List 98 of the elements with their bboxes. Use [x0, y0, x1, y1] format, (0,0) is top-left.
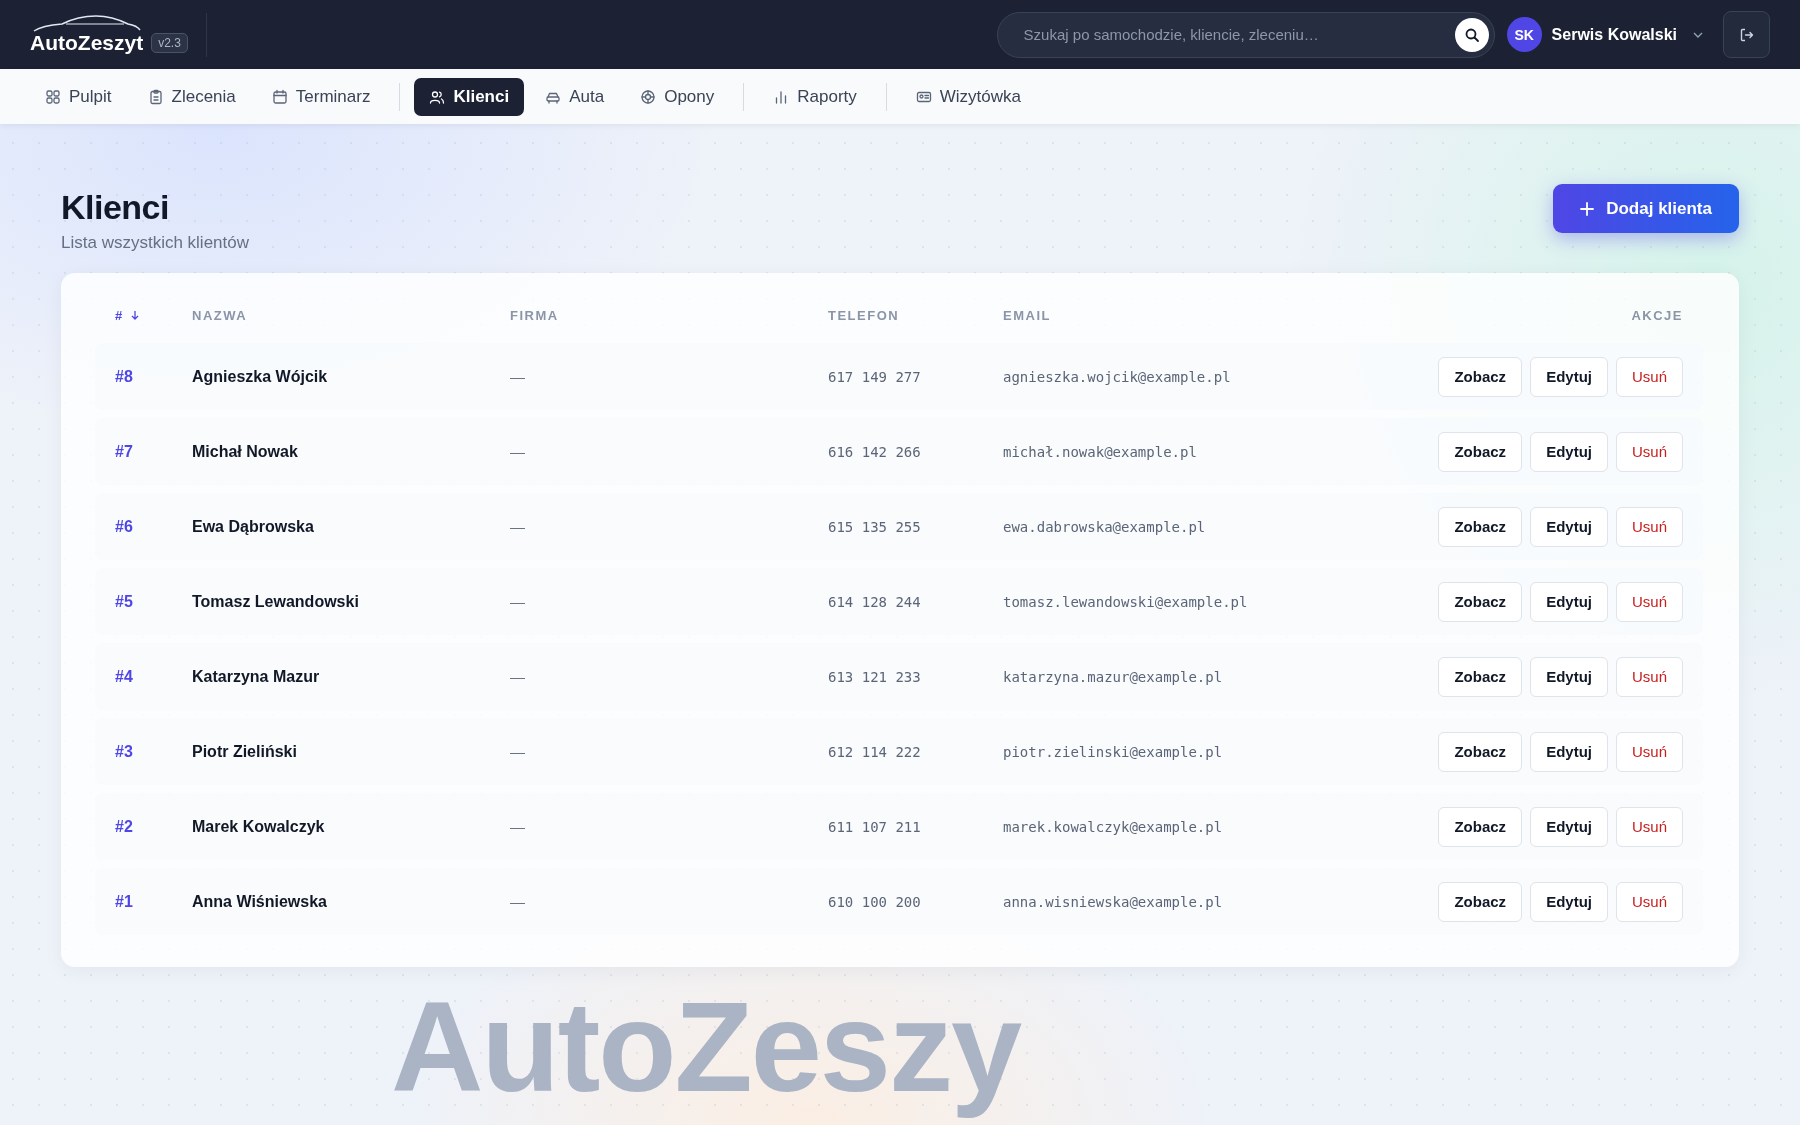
- client-id[interactable]: #5: [115, 592, 133, 610]
- user-avatar: SK: [1506, 17, 1542, 52]
- client-name: Anna Wiśniewska: [192, 892, 327, 910]
- plus-icon: [1580, 201, 1595, 216]
- logout-icon: [1738, 26, 1755, 43]
- delete-button[interactable]: Usuń: [1615, 506, 1683, 547]
- client-name: Marek Kowalczyk: [192, 817, 325, 835]
- nav-tab[interactable]: Terminarz: [256, 77, 386, 116]
- phone-cell: 611 107 211: [828, 818, 921, 835]
- company-cell: —: [510, 667, 525, 685]
- grid-icon: [45, 88, 61, 105]
- client-name: Agnieszka Wójcik: [192, 367, 328, 385]
- action-button[interactable]: Zobacz: [1438, 656, 1523, 697]
- search-field[interactable]: Szukaj po samochodzie, kliencie, zleceniu…: [996, 11, 1495, 58]
- page-title: Klienci: [61, 188, 170, 227]
- delete-button[interactable]: Usuń: [1615, 431, 1683, 472]
- clipboard-icon: [147, 88, 164, 105]
- page-subtitle: Lista wszystkich klientów: [61, 233, 249, 253]
- delete-button[interactable]: Usuń: [1615, 806, 1683, 847]
- client-name: Katarzyna Mazur: [192, 667, 320, 685]
- client-id[interactable]: #8: [115, 367, 133, 385]
- company-cell: —: [510, 817, 525, 835]
- delete-button[interactable]: Usuń: [1615, 656, 1683, 697]
- email-cell: ewa.dabrowska@example.pl: [1003, 518, 1206, 535]
- company-cell: —: [510, 367, 525, 385]
- email-cell: michał.nowak@example.pl: [1003, 443, 1197, 460]
- action-button[interactable]: Edytuj: [1530, 656, 1608, 697]
- phone-cell: 614 128 244: [828, 593, 921, 610]
- column-header: FIRMA: [510, 307, 559, 323]
- delete-button[interactable]: Usuń: [1615, 881, 1683, 922]
- action-button[interactable]: Zobacz: [1438, 431, 1523, 472]
- company-cell: —: [510, 892, 525, 910]
- version-badge: v2.3: [151, 32, 188, 53]
- add-client-button[interactable]: Dodaj klienta: [1553, 184, 1739, 233]
- phone-cell: 617 149 277: [828, 368, 921, 385]
- email-cell: marek.kowalczyk@example.pl: [1003, 818, 1223, 835]
- people-icon: [429, 88, 446, 105]
- tire-icon: [640, 88, 657, 105]
- delete-button[interactable]: Usuń: [1615, 731, 1683, 772]
- phone-cell: 616 142 266: [828, 443, 921, 460]
- email-cell: tomasz.lewandowski@example.pl: [1003, 593, 1248, 610]
- nav-tab[interactable]: Zlecenia: [132, 77, 251, 116]
- client-name: Piotr Zieliński: [192, 742, 297, 760]
- email-cell: anna.wisniewska@example.pl: [1003, 893, 1223, 910]
- phone-cell: 615 135 255: [828, 518, 921, 535]
- action-button[interactable]: Edytuj: [1530, 806, 1608, 847]
- email-cell: piotr.zielinski@example.pl: [1003, 743, 1223, 760]
- calendar-icon: [271, 88, 288, 105]
- client-id[interactable]: #4: [115, 667, 133, 685]
- search-icon: [1463, 26, 1480, 43]
- action-button[interactable]: Zobacz: [1438, 731, 1523, 772]
- delete-button[interactable]: Usuń: [1615, 581, 1683, 622]
- client-id[interactable]: #1: [115, 892, 133, 910]
- company-cell: —: [510, 442, 525, 460]
- column-header: EMAIL: [1003, 307, 1051, 323]
- nav-tab[interactable]: Pulpit: [30, 77, 127, 116]
- client-id[interactable]: #3: [115, 742, 133, 760]
- action-button[interactable]: Zobacz: [1438, 506, 1523, 547]
- action-button[interactable]: Edytuj: [1530, 581, 1608, 622]
- action-button[interactable]: Zobacz: [1438, 806, 1523, 847]
- client-name: Ewa Dąbrowska: [192, 517, 314, 535]
- client-name: Michał Nowak: [192, 442, 298, 460]
- nav-tab[interactable]: Raporty: [758, 77, 872, 116]
- client-id[interactable]: #2: [115, 817, 133, 835]
- column-header: AKCJE: [1631, 307, 1683, 323]
- user-menu[interactable]: SK Serwis Kowalski: [1506, 17, 1703, 52]
- client-id[interactable]: #6: [115, 517, 133, 535]
- nav-tab[interactable]: Opony: [625, 77, 730, 116]
- nav-tab[interactable]: Wizytówka: [900, 77, 1036, 116]
- action-button[interactable]: Zobacz: [1438, 356, 1523, 397]
- action-button[interactable]: Zobacz: [1438, 581, 1523, 622]
- action-button[interactable]: Edytuj: [1530, 881, 1608, 922]
- delete-button[interactable]: Usuń: [1615, 356, 1683, 397]
- phone-cell: 610 100 200: [828, 893, 921, 910]
- user-name: Serwis Kowalski: [1551, 25, 1677, 44]
- phone-cell: 613 121 233: [828, 668, 921, 685]
- action-button[interactable]: Edytuj: [1530, 731, 1608, 772]
- column-header: TELEFON: [828, 307, 900, 323]
- phone-cell: 612 114 222: [828, 743, 921, 760]
- action-button[interactable]: Zobacz: [1438, 881, 1523, 922]
- car-logo-icon: [32, 14, 142, 33]
- app-logo[interactable]: AutoZeszyt: [30, 30, 144, 55]
- company-cell: —: [510, 592, 525, 610]
- chevron-down-icon: [1693, 31, 1703, 38]
- client-name: Tomasz Lewandowski: [192, 592, 359, 610]
- email-cell: katarzyna.mazur@example.pl: [1003, 668, 1223, 685]
- action-button[interactable]: Edytuj: [1530, 356, 1608, 397]
- email-cell: agnieszka.wojcik@example.pl: [1003, 368, 1231, 385]
- action-button[interactable]: Edytuj: [1530, 431, 1608, 472]
- sort-header[interactable]: #: [115, 307, 124, 323]
- client-id[interactable]: #7: [115, 442, 133, 460]
- company-cell: —: [510, 742, 525, 760]
- nav-tab[interactable]: Auta: [530, 77, 620, 116]
- column-header: NAZWA: [192, 307, 248, 323]
- background-logo-text: AutoZeszy: [391, 974, 1021, 1120]
- nav-tab[interactable]: Klienci: [414, 77, 525, 116]
- action-button[interactable]: Edytuj: [1530, 506, 1608, 547]
- company-cell: —: [510, 517, 525, 535]
